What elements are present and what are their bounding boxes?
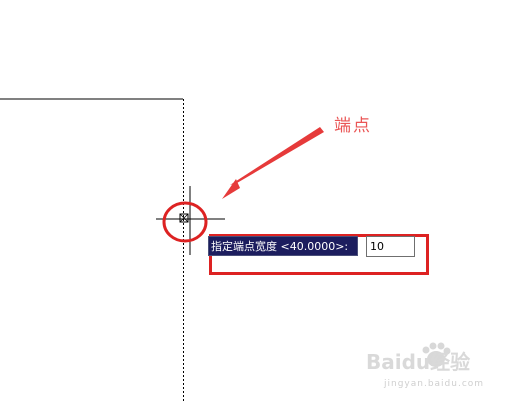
command-prompt-label: 指定端点宽度 <40.0000>: bbox=[208, 236, 358, 256]
watermark-text: Baidu经验 bbox=[366, 350, 471, 374]
drawing-canvas[interactable] bbox=[0, 0, 510, 401]
endpoint-annotation-label: 端点 bbox=[334, 116, 372, 136]
endpoint-width-input[interactable] bbox=[366, 236, 415, 257]
annotation-arrow bbox=[222, 127, 324, 199]
watermark-subtext: jingyan.baidu.com bbox=[384, 379, 485, 389]
watermark: Baidu经验 jingyan.baidu.com bbox=[366, 350, 490, 389]
